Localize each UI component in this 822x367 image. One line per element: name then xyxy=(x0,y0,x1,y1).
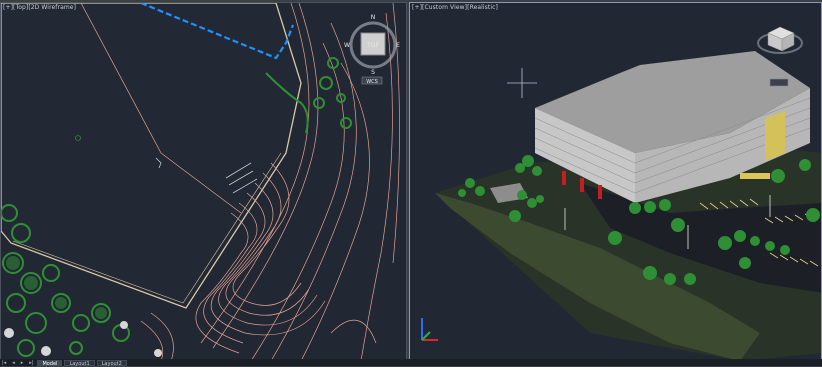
tree-symbols xyxy=(4,321,162,357)
wcs-label: WCS xyxy=(366,79,378,85)
compass-west[interactable]: W xyxy=(344,42,350,49)
compass-east[interactable]: E xyxy=(396,42,400,49)
layout-tab-bar: |◂ ◂ ▸ ▸| Model Layout1 Layout2 xyxy=(0,359,822,367)
tab-nav-first[interactable]: |◂ xyxy=(0,360,8,366)
tab-nav-prev[interactable]: ◂ xyxy=(10,360,17,366)
viewport-label-right[interactable]: [+][Custom View][Realistic] xyxy=(412,4,498,12)
entrance-canopy xyxy=(740,173,770,179)
compass-south[interactable]: S xyxy=(371,69,375,76)
viewport-label-left[interactable]: [+][Top][2D Wireframe] xyxy=(3,4,76,12)
compass-north[interactable]: N xyxy=(371,14,376,21)
viewport-custom-view-realistic[interactable]: [+][Custom View][Realistic] xyxy=(409,2,822,360)
red-door-3 xyxy=(598,185,602,199)
plan-drawing[interactable]: TOP N S E W WCS xyxy=(1,3,407,360)
tab-nav-last[interactable]: ▸| xyxy=(27,360,35,366)
building-footprint[interactable] xyxy=(1,3,302,309)
tab-layout2[interactable]: Layout2 xyxy=(96,359,127,367)
tab-nav-next[interactable]: ▸ xyxy=(19,360,26,366)
red-door-1 xyxy=(562,171,566,185)
tab-model[interactable]: Model xyxy=(37,359,63,367)
ucs-icon xyxy=(421,318,438,341)
viewport-top-2d-wireframe[interactable]: TOP N S E W WCS [+][Top][2D Wireframe] xyxy=(0,2,407,360)
model-3d-render[interactable] xyxy=(410,3,822,360)
red-door-2 xyxy=(580,178,584,192)
wcs-menu-3d[interactable] xyxy=(769,78,789,87)
building-entrance xyxy=(765,111,785,161)
tab-layout1[interactable]: Layout1 xyxy=(64,359,95,367)
viewcube-face-label: TOP xyxy=(366,42,379,49)
cursor-crosshair xyxy=(507,68,537,98)
